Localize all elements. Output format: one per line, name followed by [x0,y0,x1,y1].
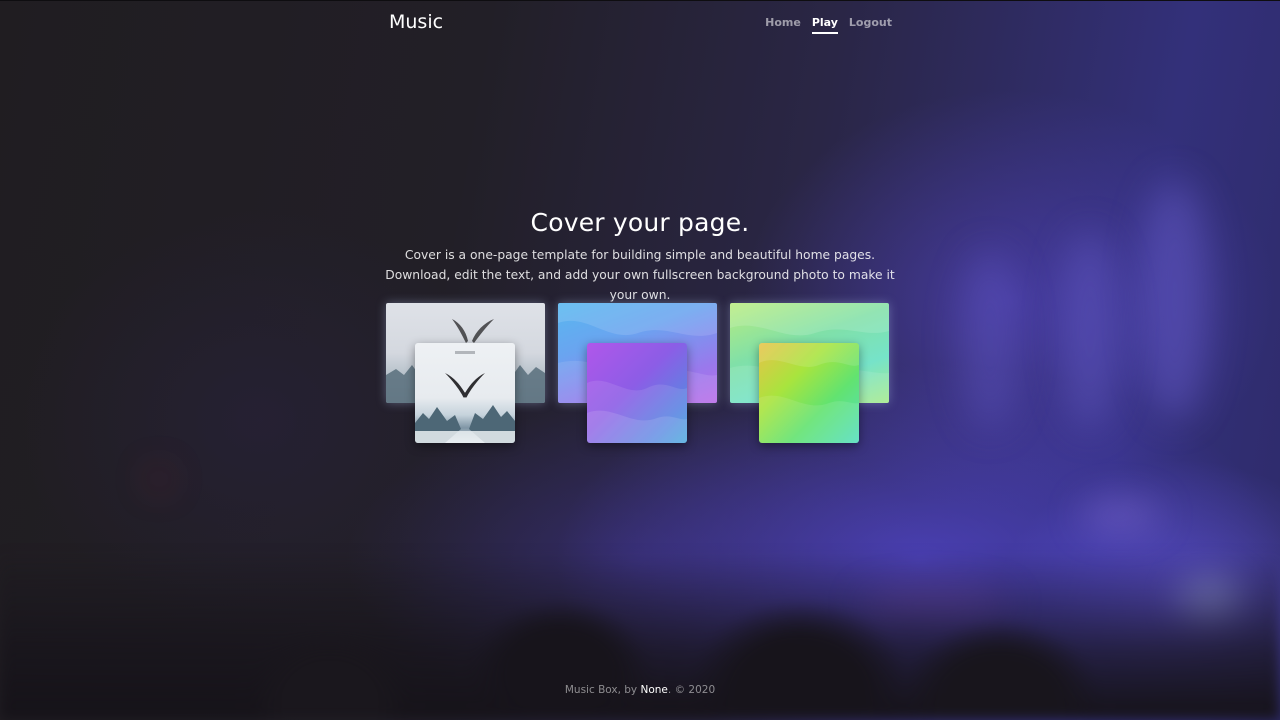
album-cover-1[interactable] [415,343,515,443]
hero-lead: Cover is a one-page template for buildin… [385,248,895,302]
brand-title: Music [389,11,444,33]
album-cover-2[interactable] [587,343,687,443]
album-card-3[interactable] [730,303,889,444]
footer-suffix: . © 2020 [667,684,716,696]
hero-title: Cover your page. [530,208,750,237]
hero-section: Cover your page. Cover is a one-page tem… [340,208,940,305]
top-border [0,0,1280,1]
nav-home-link[interactable]: Home [765,16,801,34]
nav-logout-link[interactable]: Logout [849,16,892,34]
footer: Music Box, by None. © 2020 [0,684,1280,696]
nav-play-link[interactable]: Play [811,16,838,34]
album-card-2[interactable] [558,303,717,444]
album-card-1[interactable] [386,303,545,444]
main-nav: Home Play Logout [754,16,892,34]
footer-author-link[interactable]: None [640,684,667,696]
footer-prefix: Music Box, by [564,684,641,696]
masthead: Music Home Play Logout [389,10,892,40]
album-cover-3[interactable] [759,343,859,443]
